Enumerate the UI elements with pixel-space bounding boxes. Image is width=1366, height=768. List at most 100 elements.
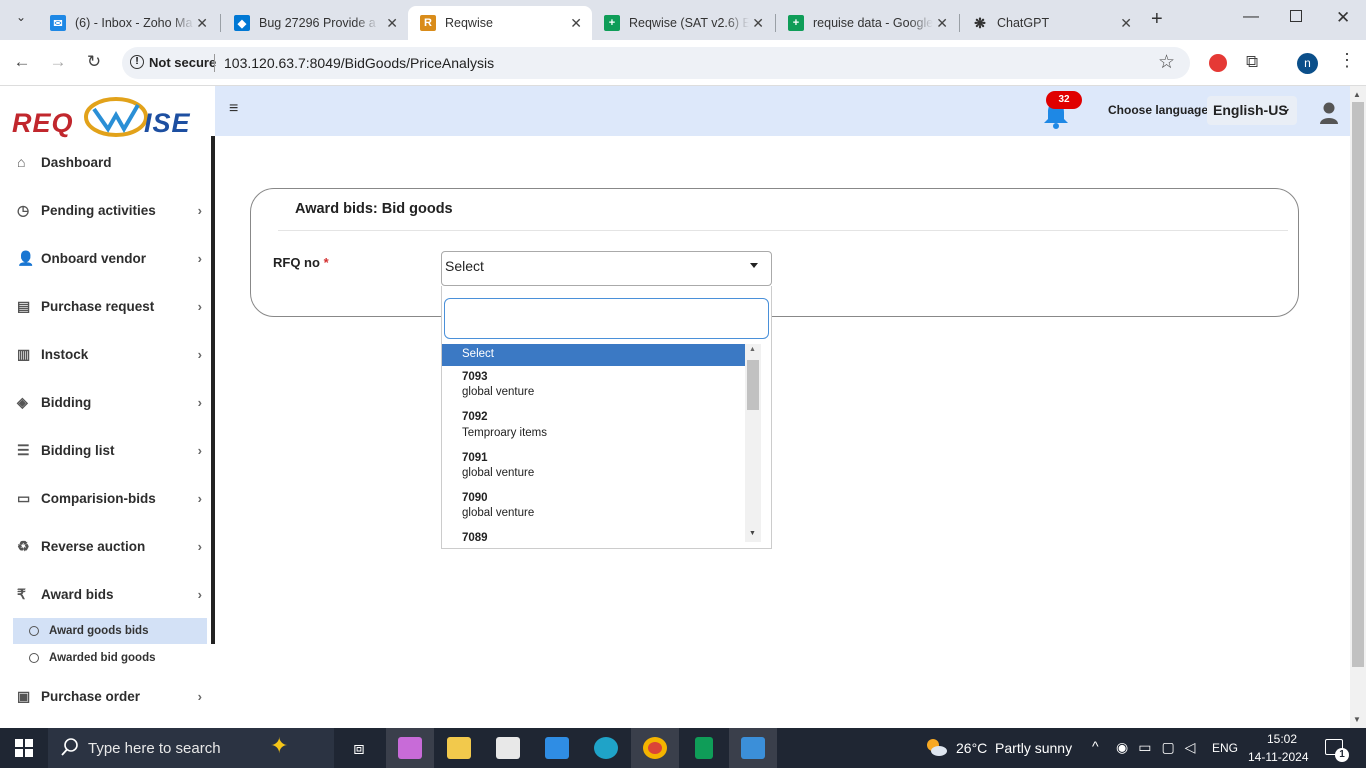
extensions-puzzle-icon[interactable]: ⧉: [1246, 52, 1258, 72]
page-scrollbar-thumb[interactable]: [1352, 102, 1364, 667]
rfq-search-input[interactable]: [444, 298, 769, 339]
dropdown-option[interactable]: 7091 global venture: [442, 452, 745, 479]
sidebar-item-purchase-request[interactable]: ▤ Purchase request ›: [0, 286, 212, 326]
forward-arrow-icon[interactable]: →: [47, 52, 69, 72]
url-text[interactable]: 103.120.63.7:8049/BidGoods/PriceAnalysis: [224, 55, 494, 71]
weather-icon[interactable]: [924, 735, 948, 759]
sidebar-item-instock[interactable]: ▥ Instock ›: [0, 334, 212, 374]
scroll-down-arrow-icon[interactable]: ▼: [1353, 715, 1361, 724]
chevron-right-icon: ›: [197, 250, 202, 266]
gavel-icon: ◈: [17, 393, 28, 410]
compare-icon: ▭: [17, 489, 31, 506]
profile-avatar[interactable]: n: [1297, 53, 1318, 74]
tab-reqwise-sat[interactable]: + Reqwise (SAT v2.6) Er ✕: [592, 6, 774, 40]
dropdown-option[interactable]: 7089: [442, 532, 745, 546]
taskbar-search-placeholder: Type here to search: [88, 740, 221, 757]
chevron-right-icon: ›: [197, 346, 202, 362]
chevron-right-icon: ›: [197, 202, 202, 218]
sidebar-item-bidding[interactable]: ◈ Bidding ›: [0, 382, 212, 422]
caret-down-icon: [750, 263, 758, 268]
tab-search-button[interactable]: ⌄: [10, 10, 32, 30]
weather-text[interactable]: 26°C Partly sunny: [956, 740, 1072, 756]
dropdown-option[interactable]: 7093 global venture: [442, 371, 745, 398]
taskbar-store-icon[interactable]: [484, 728, 532, 768]
sidebar-item-reverse-auction[interactable]: ♻ Reverse auction ›: [0, 526, 212, 566]
sidebar-item-bidding-list[interactable]: ☰ Bidding list ›: [0, 430, 212, 470]
tab-title: Bug 27296 Provide a: [259, 16, 376, 30]
sidebar-subitem-award-goods-bids[interactable]: Award goods bids: [13, 618, 207, 644]
browser-menu-icon[interactable]: ⋮: [1338, 51, 1356, 69]
bar-chart-icon: ▥: [17, 345, 31, 362]
dropdown-scroll-down-icon[interactable]: ▼: [749, 530, 756, 537]
cart-icon: ▣: [17, 687, 31, 704]
language-select[interactable]: English-US ⌄: [1207, 96, 1297, 125]
tab-title: ChatGPT: [997, 16, 1050, 30]
sidebar-item-comparision-bids[interactable]: ▭ Comparision-bids ›: [0, 478, 212, 518]
notification-center-badge[interactable]: 1: [1335, 748, 1349, 762]
notification-badge[interactable]: 32: [1046, 91, 1082, 109]
user-plus-icon: 👤: [17, 249, 35, 266]
dropdown-option-select[interactable]: Select: [442, 344, 745, 366]
sparkle-icon: ✦: [270, 733, 289, 758]
dropdown-option[interactable]: 7092 Temproary items: [442, 411, 745, 439]
bookmark-star-icon[interactable]: ☆: [1158, 51, 1175, 74]
chevron-right-icon: ›: [197, 490, 202, 506]
close-window-button[interactable]: ✕: [1336, 8, 1350, 28]
back-arrow-icon[interactable]: ←: [11, 52, 33, 72]
tab-zoho-mail[interactable]: ✉ (6) - Inbox - Zoho Ma ✕: [38, 6, 218, 40]
tab-bug[interactable]: ◆ Bug 27296 Provide a ✕: [222, 6, 408, 40]
rfq-no-select[interactable]: [441, 251, 772, 286]
taskbar-photos-icon[interactable]: [729, 728, 777, 768]
user-profile-icon[interactable]: [1319, 101, 1339, 125]
sidebar-item-award-bids[interactable]: ₹ Award bids ›: [0, 574, 212, 614]
input-language[interactable]: ENG: [1212, 741, 1238, 755]
scroll-up-arrow-icon[interactable]: ▲: [1353, 90, 1361, 99]
taskbar-copilot-icon[interactable]: [386, 728, 434, 768]
page-title: Award bids: Bid goods: [295, 201, 453, 217]
restore-button[interactable]: [1290, 10, 1302, 22]
new-tab-button[interactable]: +: [1151, 8, 1163, 31]
not-secure-icon[interactable]: !: [130, 55, 144, 69]
system-tray-icons[interactable]: ◉▭▢◁: [1116, 739, 1205, 756]
show-hidden-icons-chevron[interactable]: ^: [1092, 738, 1099, 754]
not-secure-label[interactable]: Not secure: [149, 55, 216, 70]
sidebar-item-pending-activities[interactable]: ◷ Pending activities ›: [0, 190, 212, 230]
taskbar-file-explorer-icon[interactable]: [435, 728, 483, 768]
close-tab-icon[interactable]: ✕: [752, 15, 764, 31]
recycle-icon: ♻: [17, 537, 30, 554]
taskbar-sheets-icon[interactable]: [680, 728, 728, 768]
chatgpt-icon: ❋: [974, 14, 986, 31]
dropdown-scroll-up-icon[interactable]: ▲: [749, 346, 756, 353]
windows-start-icon[interactable]: [15, 739, 33, 757]
clock-date[interactable]: 14-11-2024: [1248, 750, 1309, 764]
reload-icon[interactable]: ↻: [83, 52, 105, 72]
sidebar-scrollbar[interactable]: [211, 136, 215, 644]
tab-reqwise[interactable]: R Reqwise ✕: [408, 6, 592, 40]
taskbar-mail-icon[interactable]: [533, 728, 581, 768]
taskbar-edge-icon[interactable]: [582, 728, 630, 768]
close-tab-icon[interactable]: ✕: [570, 15, 582, 31]
rupee-icon: ₹: [17, 585, 26, 602]
close-tab-icon[interactable]: ✕: [196, 15, 208, 31]
taskbar-chrome-icon[interactable]: [631, 728, 679, 768]
task-view-icon[interactable]: ⧈: [335, 728, 383, 768]
extension-red-icon[interactable]: [1209, 54, 1227, 72]
close-tab-icon[interactable]: ✕: [386, 15, 398, 31]
tab-chatgpt[interactable]: ❋ ChatGPT ✕: [960, 6, 1142, 40]
dropdown-option[interactable]: 7090 global venture: [442, 492, 745, 519]
app-logo[interactable]: REQ ISE: [12, 95, 204, 139]
sidebar-item-dashboard[interactable]: ⌂ Dashboard: [0, 142, 212, 182]
close-tab-icon[interactable]: ✕: [1120, 15, 1132, 31]
rfq-select-value: Select: [445, 258, 484, 274]
hamburger-menu-icon[interactable]: ≡: [229, 100, 238, 118]
close-tab-icon[interactable]: ✕: [936, 15, 948, 31]
chevron-right-icon: ›: [197, 394, 202, 410]
tab-requise-data[interactable]: + requise data - Google ✕: [776, 6, 958, 40]
sidebar-item-purchase-order[interactable]: ▣ Purchase order ›: [0, 676, 212, 716]
minimize-button[interactable]: —: [1243, 8, 1259, 26]
sidebar-item-onboard-vendor[interactable]: 👤 Onboard vendor ›: [0, 238, 212, 278]
card-divider: [278, 230, 1288, 231]
dropdown-scrollbar-thumb[interactable]: [747, 360, 759, 410]
sidebar-subitem-awarded-bid-goods[interactable]: Awarded bid goods: [13, 645, 207, 671]
clock-time[interactable]: 15:02: [1262, 732, 1302, 746]
